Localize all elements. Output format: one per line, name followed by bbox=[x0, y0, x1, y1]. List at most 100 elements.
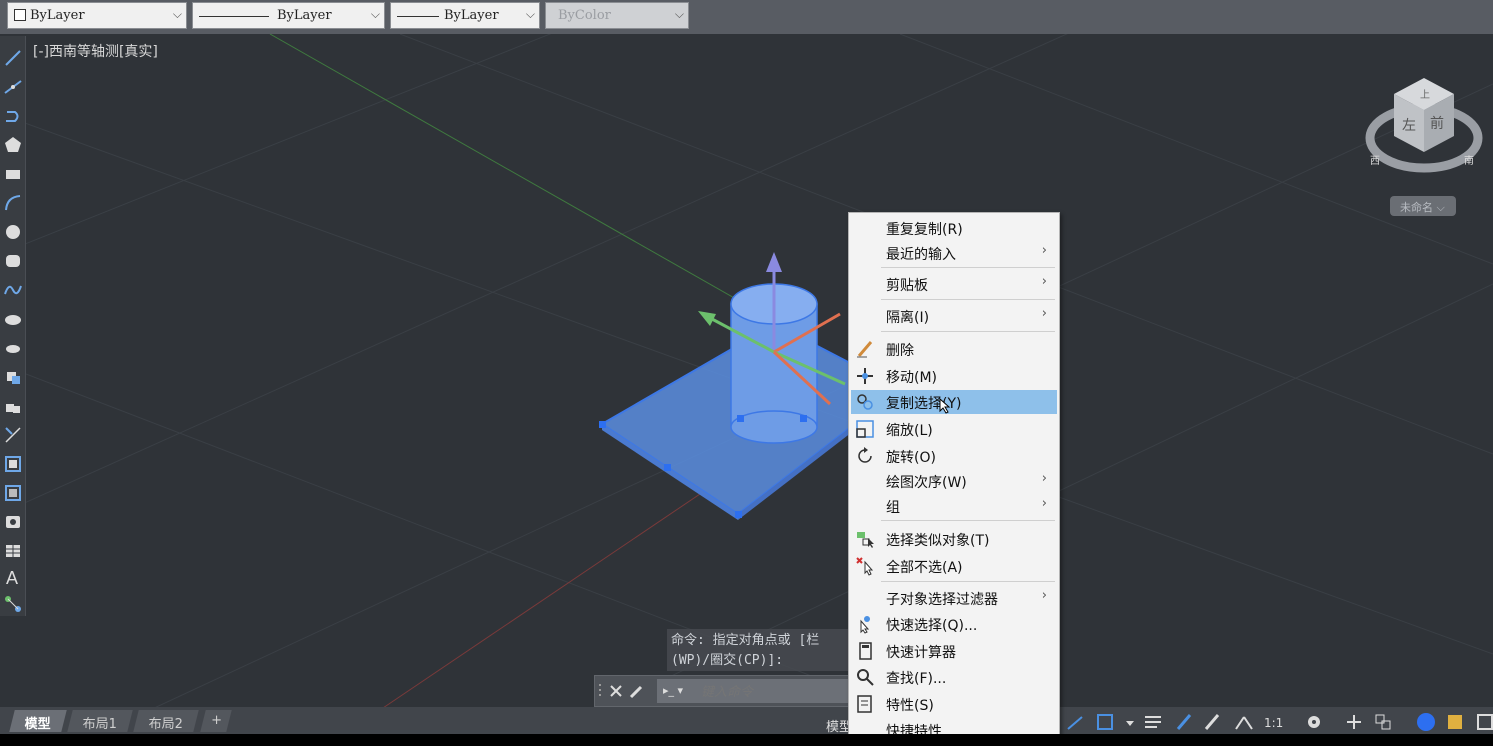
menu-item-rotate[interactable]: 旋转(O) bbox=[851, 444, 1057, 468]
auto-scale-icon[interactable] bbox=[1204, 714, 1220, 730]
chevron-down-icon: ⌵ bbox=[525, 7, 535, 21]
hardware-acceleration-icon[interactable] bbox=[1448, 715, 1462, 729]
construction-line-icon[interactable] bbox=[3, 77, 23, 97]
object-snap-icon[interactable] bbox=[1097, 714, 1113, 730]
table-icon[interactable] bbox=[3, 541, 23, 561]
menu-item-erase[interactable]: 删除 bbox=[851, 337, 1057, 361]
chevron-right-icon: › bbox=[1041, 274, 1047, 289]
spline-icon[interactable] bbox=[3, 280, 23, 300]
y-axis-line bbox=[269, 34, 781, 325]
menu-item-deselect-all[interactable]: 全部不选(A) bbox=[851, 554, 1057, 578]
menu-separator bbox=[881, 299, 1055, 300]
copy-icon bbox=[857, 394, 873, 410]
circle-icon[interactable] bbox=[3, 222, 23, 242]
chevron-down-icon: ⌵ bbox=[370, 7, 380, 21]
ellipse-arc-icon[interactable] bbox=[3, 338, 23, 358]
menu-item-label: 子对象选择过滤器 bbox=[886, 592, 998, 608]
quick-select-icon bbox=[860, 616, 870, 634]
find-icon bbox=[857, 669, 874, 686]
menu-item-copy-selection[interactable]: 复制选择(Y) bbox=[851, 390, 1057, 414]
gear-icon[interactable] bbox=[1308, 716, 1320, 728]
menu-item-label: 删除 bbox=[886, 343, 914, 359]
calculator-icon bbox=[859, 642, 872, 660]
polygon-icon[interactable] bbox=[3, 135, 23, 155]
menu-item-draw-order[interactable]: 绘图次序(W) › bbox=[851, 469, 1057, 493]
menu-item-move[interactable]: 移动(M) bbox=[851, 364, 1057, 388]
add-layout-button[interactable]: + bbox=[200, 710, 232, 732]
arc-icon[interactable] bbox=[3, 193, 23, 213]
isolate-objects-icon[interactable] bbox=[1417, 713, 1435, 731]
menu-item-quick-select[interactable]: 快速选择(Q)... bbox=[851, 612, 1057, 636]
rotate-icon bbox=[858, 447, 872, 463]
ellipse-icon[interactable] bbox=[3, 309, 23, 329]
command-history-line: (WP)/圈交(CP)]: bbox=[671, 653, 784, 668]
viewport-controls-label[interactable]: [-]西南等轴测[真实] bbox=[33, 41, 158, 61]
lineweight-value: ByLayer bbox=[444, 8, 499, 23]
menu-item-find[interactable]: 查找(F)... bbox=[851, 665, 1057, 689]
grip-handle-icon[interactable] bbox=[599, 684, 601, 696]
menu-item-group[interactable]: 组 › bbox=[851, 494, 1057, 518]
line-tool-icon[interactable] bbox=[3, 48, 23, 68]
draw-toolbar: A bbox=[0, 36, 26, 616]
fullscreen-icon[interactable] bbox=[1477, 714, 1493, 730]
command-prompt-icon[interactable]: ▸_ ▾ bbox=[663, 684, 683, 697]
screen-bottom-edge bbox=[0, 734, 1493, 746]
viewcube[interactable]: 上 左 前 西 南 bbox=[1364, 74, 1484, 184]
menu-item-repeat-copy[interactable]: 重复复制(R) bbox=[851, 216, 1057, 240]
menu-separator bbox=[881, 331, 1055, 332]
tab-layout2[interactable]: 布局2 bbox=[133, 710, 199, 732]
chevron-down-icon: ⌵ bbox=[674, 7, 684, 21]
annotation-scale[interactable]: 1:1 bbox=[1264, 716, 1283, 730]
tab-label: 布局2 bbox=[148, 717, 183, 732]
region-icon[interactable] bbox=[3, 512, 23, 532]
command-line: ▸_ ▾ bbox=[594, 675, 856, 707]
revision-cloud-icon[interactable] bbox=[3, 251, 23, 271]
menu-separator bbox=[881, 581, 1055, 582]
annotation-visibility-icon[interactable] bbox=[1176, 714, 1192, 730]
tab-layout1[interactable]: 布局1 bbox=[67, 710, 133, 732]
chevron-right-icon: › bbox=[1041, 471, 1047, 486]
customize-wrench-icon[interactable] bbox=[629, 685, 643, 699]
linetype-dropdown[interactable]: ByLayer ⌵ bbox=[192, 2, 385, 29]
hatch-icon[interactable] bbox=[3, 454, 23, 474]
menu-item-recent-input[interactable]: 最近的输入 › bbox=[851, 241, 1057, 265]
close-icon[interactable] bbox=[610, 685, 622, 697]
insert-block-icon[interactable] bbox=[3, 367, 23, 387]
plotstyle-dropdown: ByColor ⌵ bbox=[545, 2, 689, 29]
make-block-icon[interactable] bbox=[3, 396, 23, 416]
command-history: 命令: 指定对角点或 [栏 (WP)/圈交(CP)]: bbox=[667, 629, 857, 671]
menu-item-label: 绘图次序(W) bbox=[886, 475, 967, 491]
menu-item-clipboard[interactable]: 剪贴板 › bbox=[851, 272, 1057, 296]
named-view-dropdown[interactable]: 未命名 ⌵ bbox=[1390, 196, 1456, 216]
lineweight-dropdown[interactable]: ByLayer ⌵ bbox=[390, 2, 540, 29]
chevron-right-icon: › bbox=[1041, 306, 1047, 321]
workspace-icon[interactable] bbox=[1235, 716, 1253, 730]
units-icon[interactable] bbox=[1375, 714, 1391, 730]
svg-text:A: A bbox=[6, 568, 18, 587]
menu-item-isolate[interactable]: 隔离(I) › bbox=[851, 304, 1057, 328]
compass-south-label: 南 bbox=[1464, 154, 1474, 167]
command-input[interactable] bbox=[657, 679, 853, 703]
drawing-canvas[interactable] bbox=[0, 34, 1493, 710]
add-selected-icon[interactable] bbox=[3, 594, 23, 614]
color-dropdown[interactable]: ByLayer ⌵ bbox=[7, 2, 187, 29]
menu-item-scale[interactable]: 缩放(L) bbox=[851, 417, 1057, 441]
gradient-icon[interactable] bbox=[3, 483, 23, 503]
menu-item-properties[interactable]: 特性(S) bbox=[851, 692, 1057, 716]
rectangle-icon[interactable] bbox=[3, 164, 23, 184]
menu-item-subobject-filter[interactable]: 子对象选择过滤器 › bbox=[851, 586, 1057, 610]
tab-model[interactable]: 模型 bbox=[9, 710, 67, 732]
menu-item-label: 移动(M) bbox=[886, 370, 938, 386]
polyline-icon[interactable] bbox=[3, 106, 23, 126]
plus-icon[interactable] bbox=[1347, 715, 1361, 729]
isodraft-icon[interactable] bbox=[1067, 716, 1083, 730]
menu-item-select-similar[interactable]: 选择类似对象(T) bbox=[851, 527, 1057, 551]
menu-item-quick-calc[interactable]: 快速计算器 bbox=[851, 639, 1057, 663]
menu-item-label: 重复复制(R) bbox=[886, 222, 963, 238]
chevron-down-icon[interactable] bbox=[1126, 721, 1134, 726]
multiline-text-icon[interactable]: A bbox=[3, 567, 23, 588]
lineweight-icon[interactable] bbox=[1145, 716, 1161, 728]
color-swatch-icon bbox=[14, 9, 26, 21]
point-icon[interactable] bbox=[3, 425, 23, 445]
menu-item-label: 最近的输入 bbox=[886, 247, 956, 263]
